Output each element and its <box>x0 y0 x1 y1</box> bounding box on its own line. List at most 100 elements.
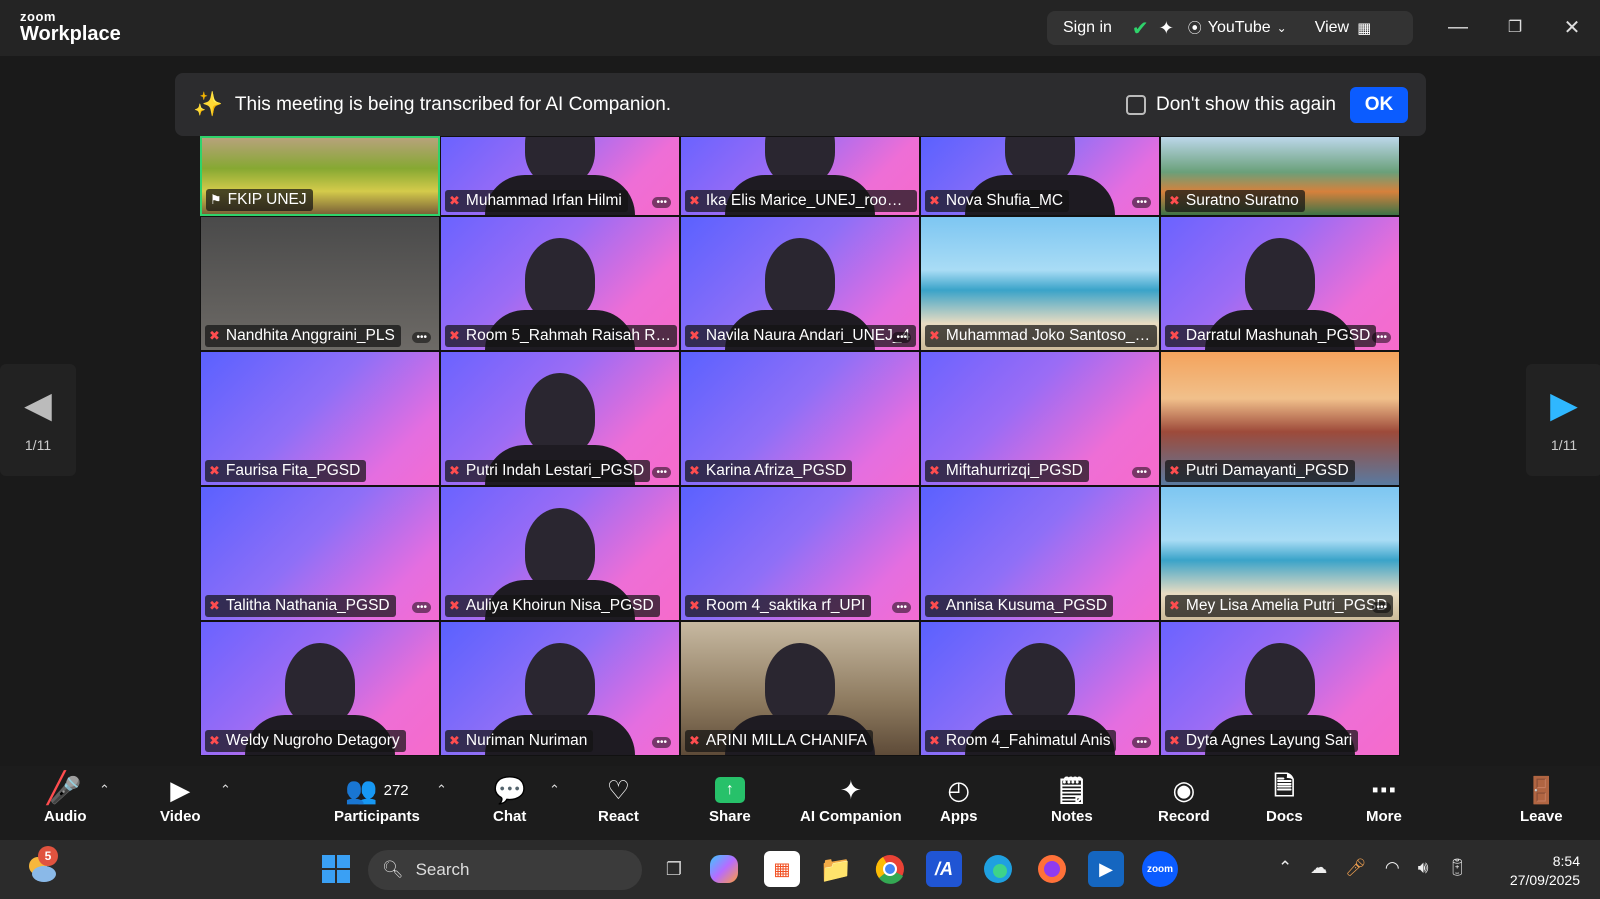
notes-button[interactable]: 🗒 Notes <box>1051 772 1093 826</box>
react-button[interactable]: ♡ React <box>598 772 639 826</box>
close-button[interactable]: ✕ <box>1552 10 1592 44</box>
chrome-icon[interactable] <box>872 851 908 887</box>
dont-show-checkbox[interactable] <box>1125 94 1146 115</box>
restore-button[interactable]: ❐ <box>1495 10 1535 44</box>
participant-tile[interactable]: ✖ Muhammad Joko Santoso_P... <box>920 216 1160 351</box>
participant-name: Muhammad Joko Santoso_P... <box>945 327 1151 344</box>
video-options-caret-icon[interactable]: ⌃ <box>220 782 231 798</box>
view-button[interactable]: View ▦ <box>1315 19 1372 37</box>
copilot-icon[interactable] <box>710 855 738 883</box>
participant-tile[interactable]: ✖ Darratul Mashunah_PGSD ••• <box>1160 216 1400 351</box>
participant-name: Auliya Khoirun Nisa_PGSD <box>465 597 654 614</box>
participant-tile[interactable]: ✖ Navila Naura Andari_UNEJ_4 ••• <box>680 216 920 351</box>
ai-companion-button[interactable]: ✦ AI Companion <box>800 772 902 826</box>
ok-button[interactable]: OK <box>1350 86 1408 123</box>
tile-options-icon[interactable]: ••• <box>1132 467 1151 478</box>
participant-name-tag: ✖ Auliya Khoirun Nisa_PGSD <box>445 595 660 617</box>
participant-tile[interactable]: ✖ Talitha Nathania_PGSD ••• <box>200 486 440 621</box>
app-icon[interactable]: /A <box>926 851 962 887</box>
edge-icon[interactable] <box>980 851 1016 887</box>
file-explorer-icon[interactable]: 📁 <box>818 851 854 887</box>
participant-tile[interactable]: ✖ Karina Afriza_PGSD <box>680 351 920 486</box>
tile-options-icon[interactable]: ••• <box>412 602 431 613</box>
tile-options-icon[interactable]: ••• <box>1372 602 1391 613</box>
muted-mic-icon: ✖ <box>689 193 700 208</box>
tile-options-icon[interactable]: ••• <box>1132 197 1151 208</box>
participant-tile[interactable]: ✖ Nuriman Nuriman ••• <box>440 621 680 756</box>
tile-options-icon[interactable]: ••• <box>1132 737 1151 748</box>
store-icon[interactable]: ▦ <box>764 851 800 887</box>
tile-options-icon[interactable]: ••• <box>652 197 671 208</box>
participants-button[interactable]: 👥 272 Participants <box>334 772 420 826</box>
participant-tile[interactable]: ✖ Nandhita Anggraini_PLS ••• <box>200 216 440 351</box>
participant-tile[interactable]: ✖ Putri Damayanti_PGSD <box>1160 351 1400 486</box>
video-button[interactable]: ▶︎ Video <box>160 772 201 826</box>
sparkle-icon[interactable]: ✦ <box>1159 18 1174 39</box>
participant-tile[interactable]: ✖ Room 5_Rahmah Raisah Rab... <box>440 216 680 351</box>
clock-time: 8:54 <box>1552 853 1580 869</box>
muted-mic-icon: ✖ <box>209 733 220 748</box>
firefox-icon[interactable] <box>1034 851 1070 887</box>
onedrive-cloud-icon[interactable]: ☁ <box>1310 858 1327 878</box>
participant-tile[interactable]: ✖ Dyta Agnes Layung Sari <box>1160 621 1400 756</box>
participant-tile[interactable]: ✖ Auliya Khoirun Nisa_PGSD <box>440 486 680 621</box>
tile-options-icon[interactable]: ••• <box>1372 332 1391 343</box>
share-button[interactable]: ↑ Share <box>709 772 751 825</box>
volume-icon[interactable]: 🔊︎ <box>1418 858 1429 878</box>
participants-caret-icon[interactable]: ⌃ <box>436 782 447 798</box>
more-button[interactable]: ⋯ More <box>1366 772 1402 826</box>
tile-options-icon[interactable]: ••• <box>652 737 671 748</box>
next-page-button[interactable]: ▶ 1/11 <box>1526 364 1600 476</box>
participant-tile[interactable]: ⚑ FKIP UNEJ <box>200 136 440 216</box>
participant-tile[interactable]: ✖ Suratno Suratno <box>1160 136 1400 216</box>
participant-name: Putri Indah Lestari_PGSD <box>465 462 645 479</box>
participant-tile[interactable]: ✖ Room 4_saktika rf_UPI ••• <box>680 486 920 621</box>
participant-tile[interactable]: ✖ Mey Lisa Amelia Putri_PGSD ••• <box>1160 486 1400 621</box>
start-windows-icon[interactable] <box>318 851 354 887</box>
ai-sparkle-icon: ✨ <box>193 91 223 118</box>
livestream-dropdown[interactable]: ⦿ YouTube ⌄ <box>1188 18 1287 38</box>
apps-button[interactable]: ◴ Apps <box>940 772 978 826</box>
zoom-app-icon[interactable]: zoom <box>1142 851 1178 887</box>
shield-check-icon[interactable]: ✔ <box>1132 16 1149 41</box>
record-button[interactable]: ◉ Record <box>1158 772 1210 826</box>
participant-tile[interactable]: ✖ Faurisa Fita_PGSD <box>200 351 440 486</box>
task-view-icon[interactable]: ❐ <box>656 851 692 887</box>
chevron-up-icon[interactable]: ⌃ <box>1278 858 1292 878</box>
audio-options-caret-icon[interactable]: ⌃ <box>99 782 110 798</box>
taskbar-search[interactable]: 🔍︎ Search <box>368 850 642 890</box>
minimize-button[interactable]: — <box>1438 10 1478 44</box>
wifi-icon[interactable]: ◠ <box>1385 858 1400 878</box>
participant-tile[interactable]: ✖ Putri Indah Lestari_PGSD ••• <box>440 351 680 486</box>
participant-tile[interactable]: ✖ Muhammad Irfan Hilmi ••• <box>440 136 680 216</box>
location-icon[interactable]: 🎤︎ <box>1345 858 1367 878</box>
audio-button[interactable]: 🎤 ╱ Audio <box>44 772 87 826</box>
participant-tile[interactable]: ✖ Room 4_Fahimatul Anis ••• <box>920 621 1160 756</box>
tile-options-icon[interactable]: ••• <box>412 332 431 343</box>
participant-tile[interactable]: ✖ Weldy Nugroho Detagory <box>200 621 440 756</box>
leave-button[interactable]: 🚪 Leave <box>1520 772 1563 826</box>
participant-tile[interactable]: ✖ Nova Shufia_MC ••• <box>920 136 1160 216</box>
dont-show-label[interactable]: Don't show this again <box>1156 94 1336 116</box>
docs-button[interactable]: 🗎 Docs <box>1266 771 1303 825</box>
participant-name: Nandhita Anggraini_PLS <box>225 327 395 344</box>
clock[interactable]: 8:54 27/09/2025 <box>1510 852 1580 890</box>
prev-page-button[interactable]: ◀ 1/11 <box>0 364 76 476</box>
tile-options-icon[interactable]: ••• <box>652 467 671 478</box>
close-icon: ✕ <box>1563 16 1581 39</box>
sign-in-button[interactable]: Sign in <box>1063 19 1112 37</box>
heart-icon: ♡ <box>606 774 631 805</box>
tile-options-icon[interactable]: ••• <box>892 332 911 343</box>
participant-tile[interactable]: ✖ ARINI MILLA CHANIFA <box>680 621 920 756</box>
more-label: More <box>1366 808 1402 825</box>
participant-tile[interactable]: ✖ Miftahurrizqi_PGSD ••• <box>920 351 1160 486</box>
participant-name-tag: ✖ Faurisa Fita_PGSD <box>205 460 367 482</box>
battery-icon[interactable]: 🔋︎ <box>1446 858 1468 878</box>
chat-caret-icon[interactable]: ⌃ <box>549 782 560 798</box>
participant-name: Darratul Mashunah_PGSD <box>1185 327 1371 344</box>
chat-button[interactable]: 💬 Chat <box>493 772 526 826</box>
participant-tile[interactable]: ✖ Ika Elis Marice_UNEJ_room 6 <box>680 136 920 216</box>
participant-tile[interactable]: ✖ Annisa Kusuma_PGSD <box>920 486 1160 621</box>
tile-options-icon[interactable]: ••• <box>892 602 911 613</box>
media-player-icon[interactable]: ▶ <box>1088 851 1124 887</box>
